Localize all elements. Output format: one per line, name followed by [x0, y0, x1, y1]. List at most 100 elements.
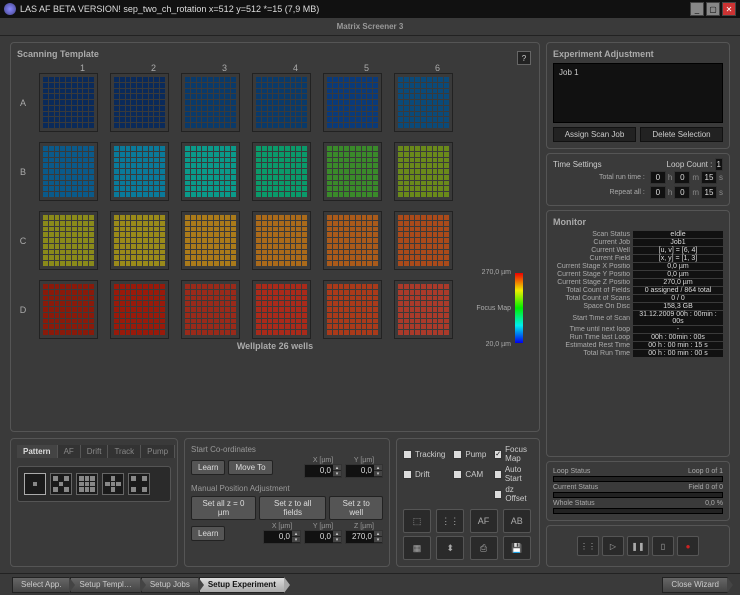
window-titlebar: LAS AF BETA VERSION! sep_two_ch_rotation… [0, 0, 740, 18]
drift-checkbox[interactable] [403, 470, 412, 479]
set-z-all-fields-button[interactable]: Set z to all fields [259, 496, 326, 520]
repeat-m[interactable]: 0 [674, 186, 690, 199]
x-spinner-2[interactable]: 0,0▴▾ [263, 530, 301, 544]
tool-select-icon[interactable]: ⬚ [403, 509, 431, 533]
learn-manual-button[interactable]: Learn [191, 526, 225, 541]
tab-drift[interactable]: Drift [81, 445, 109, 458]
delete-selection-button[interactable]: Delete Selection [640, 127, 723, 142]
tab-pattern[interactable]: Pattern [17, 445, 58, 458]
stop-button[interactable]: ▯ [652, 536, 674, 556]
well[interactable] [181, 280, 240, 339]
tool-af-icon[interactable]: AF [470, 509, 498, 533]
pattern-tabs: Pattern AF Drift Track Pump [17, 445, 171, 458]
well[interactable] [323, 280, 382, 339]
well[interactable] [181, 211, 240, 270]
total-m2[interactable]: 15 [701, 171, 717, 184]
pattern-preset-5[interactable] [128, 473, 150, 495]
well[interactable] [394, 280, 453, 339]
tool-matrix-icon[interactable]: ▦ [403, 536, 431, 560]
wizard-setup-jobs[interactable]: Setup Jobs [141, 577, 199, 593]
transport-matrix-icon[interactable]: ⋮⋮ [577, 536, 599, 556]
pattern-preset-4[interactable] [102, 473, 124, 495]
well[interactable] [394, 142, 453, 201]
well[interactable] [181, 73, 240, 132]
dzoffset-checkbox[interactable] [494, 490, 502, 499]
maximize-button[interactable]: ▢ [706, 2, 720, 16]
pause-button[interactable]: ❚❚ [627, 536, 649, 556]
well[interactable] [110, 211, 169, 270]
set-z-well-button[interactable]: Set z to well [329, 496, 383, 520]
well[interactable] [39, 142, 98, 201]
job-item[interactable]: Job 1 [557, 67, 719, 78]
well[interactable] [181, 142, 240, 201]
tool-move-icon[interactable]: ⬍ [436, 536, 464, 560]
assign-scan-job-button[interactable]: Assign Scan Job [553, 127, 636, 142]
monitor-value: 31.12.2009 00h : 00min : 00s [633, 311, 723, 325]
close-button[interactable]: ✕ [722, 2, 736, 16]
close-wizard-button[interactable]: Close Wizard [662, 577, 728, 593]
well[interactable] [110, 280, 169, 339]
set-all-z0-button[interactable]: Set all z = 0 µm [191, 496, 256, 520]
monitor-row: Scan StatuseIdle [553, 231, 723, 238]
pump-checkbox[interactable] [453, 450, 462, 459]
tab-track[interactable]: Track [108, 445, 141, 458]
tool-ab-icon[interactable]: AB [503, 509, 531, 533]
well-grid[interactable]: ABCD [17, 73, 533, 339]
monitor-row: Total Count of Fields0 assigned / 864 to… [553, 287, 723, 294]
well[interactable] [39, 280, 98, 339]
well[interactable] [252, 280, 311, 339]
row-label: A [17, 73, 29, 132]
well[interactable] [252, 73, 311, 132]
help-button[interactable]: ? [517, 51, 531, 65]
wizard-setup-template[interactable]: Setup Templ… [70, 577, 140, 593]
total-m[interactable]: 0 [674, 171, 690, 184]
wizard-select-app[interactable]: Select App. [12, 577, 70, 593]
well[interactable] [39, 211, 98, 270]
z-spinner[interactable]: 270,0▴▾ [345, 530, 383, 544]
total-h[interactable]: 0 [650, 171, 666, 184]
well[interactable] [110, 73, 169, 132]
x-spinner[interactable]: 0,0▴▾ [304, 464, 342, 478]
y-spinner[interactable]: 0,0▴▾ [345, 464, 383, 478]
moveto-button[interactable]: Move To [228, 460, 272, 475]
loopcount-field[interactable]: 1 [715, 158, 723, 171]
record-button[interactable]: ● [677, 536, 699, 556]
monitor-key: Total Count of Scans [553, 295, 633, 302]
z-label: Z [µm] [345, 523, 383, 530]
pattern-preset-2[interactable] [50, 473, 72, 495]
tool-grid-icon[interactable]: ⋮⋮ [436, 509, 464, 533]
monitor-row: Run Time last Loop00h : 00min : 00s [553, 334, 723, 341]
autostart-checkbox[interactable] [494, 470, 502, 479]
tool-save-icon[interactable]: 💾 [503, 536, 531, 560]
cam-checkbox[interactable] [453, 470, 462, 479]
tool-print-icon[interactable]: ⎙ [470, 536, 498, 560]
tab-pump[interactable]: Pump [141, 445, 175, 458]
well[interactable] [323, 73, 382, 132]
learn-button[interactable]: Learn [191, 460, 225, 475]
well[interactable] [252, 211, 311, 270]
well[interactable] [39, 73, 98, 132]
minimize-button[interactable]: _ [690, 2, 704, 16]
repeat-h[interactable]: 0 [650, 186, 666, 199]
play-button[interactable]: ▷ [602, 536, 624, 556]
well[interactable] [323, 211, 382, 270]
monitor-value: [u, v] = [6, 4] [633, 247, 723, 254]
repeat-m2[interactable]: 15 [701, 186, 717, 199]
pattern-preset-1[interactable] [24, 473, 46, 495]
well[interactable] [394, 73, 453, 132]
monitor-value: 00h : 00min : 00s [633, 334, 723, 341]
monitor-title: Monitor [553, 217, 723, 227]
well[interactable] [252, 142, 311, 201]
well[interactable] [323, 142, 382, 201]
pattern-preset-3[interactable] [76, 473, 98, 495]
monitor-value: 0,0 µm [633, 271, 723, 278]
focusmap-checkbox[interactable] [494, 450, 502, 459]
well[interactable] [110, 142, 169, 201]
tab-af[interactable]: AF [58, 445, 81, 458]
job-list[interactable]: Job 1 [553, 63, 723, 123]
well[interactable] [394, 211, 453, 270]
y-spinner-2[interactable]: 0,0▴▾ [304, 530, 342, 544]
wizard-setup-experiment[interactable]: Setup Experiment [199, 577, 285, 593]
app-icon [4, 3, 16, 15]
tracking-checkbox[interactable] [403, 450, 412, 459]
